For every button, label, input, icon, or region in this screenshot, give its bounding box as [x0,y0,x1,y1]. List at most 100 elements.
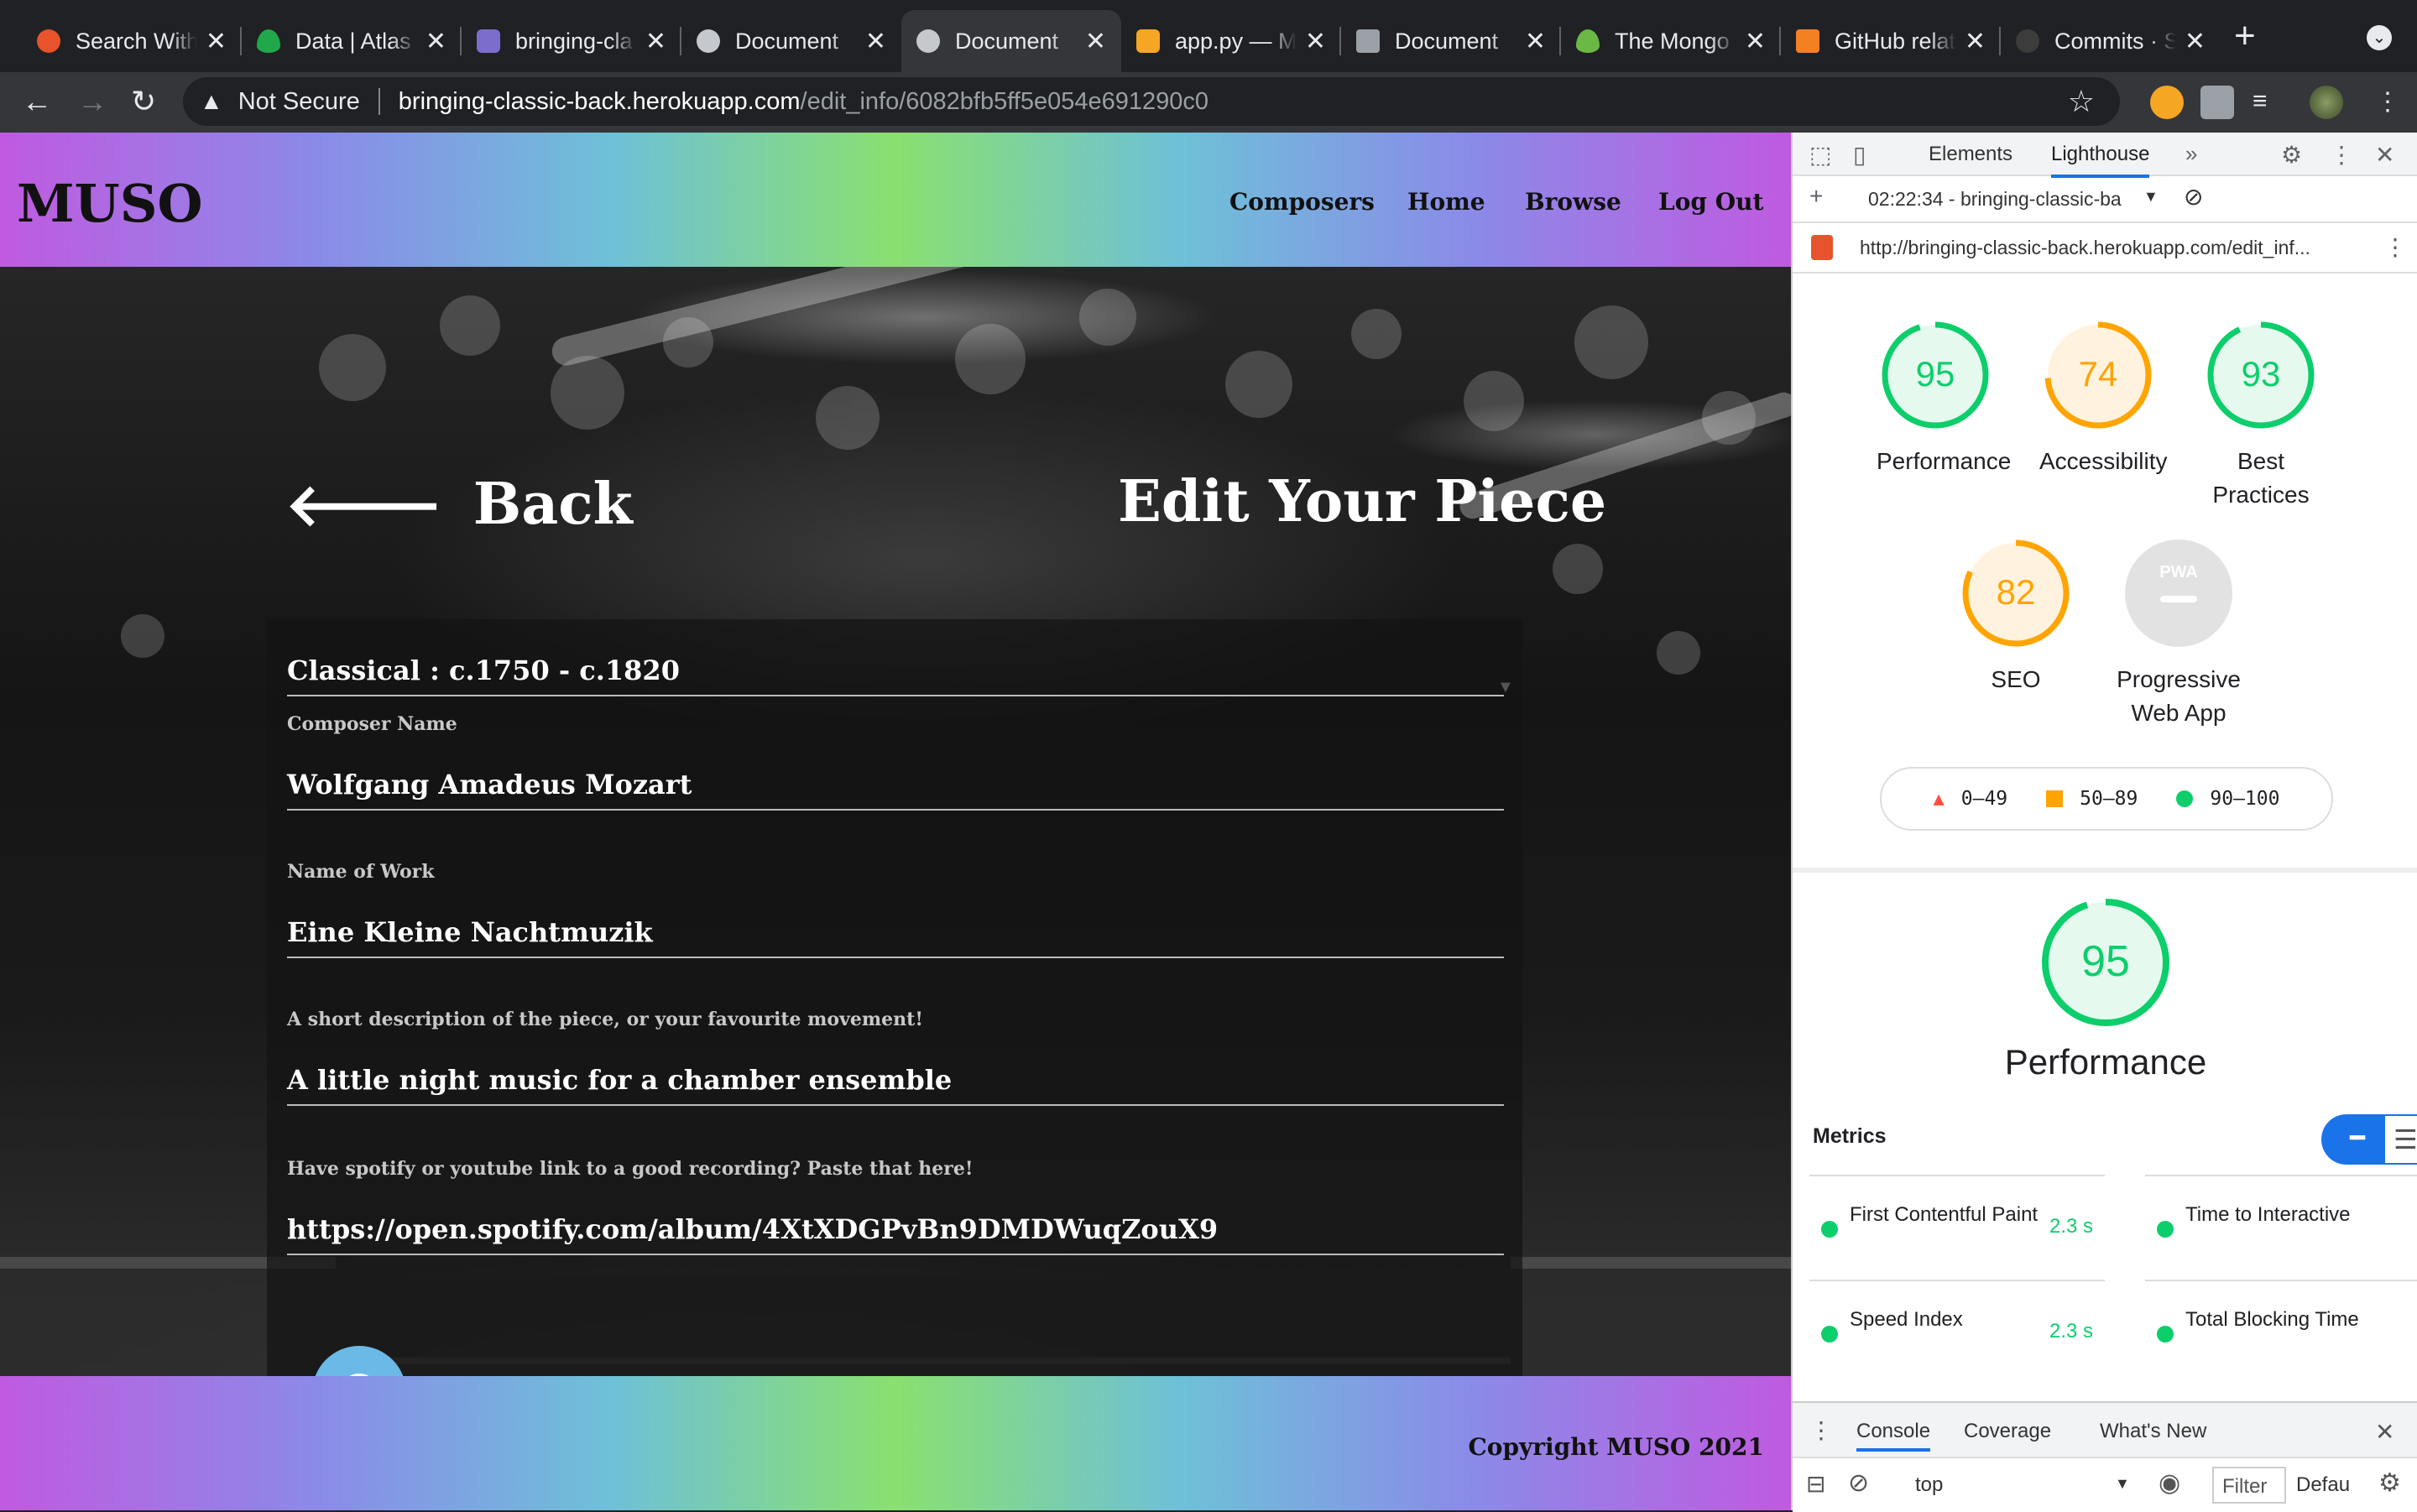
clear-console-icon[interactable]: ⊘ [1848,1468,1869,1498]
main-score-value: 95 [2081,937,2130,986]
pass-dot-icon [1821,1221,1838,1238]
era-select[interactable]: Classical : c.1750 - c.1820 ▼ [287,636,1514,696]
drawer-tab-whats-new[interactable]: What's New [2100,1420,2206,1443]
tab-lighthouse[interactable]: Lighthouse [2051,143,2150,178]
device-toolbar-icon[interactable]: ▯ [1853,141,1866,169]
nav-browse[interactable]: Browse [1525,188,1621,216]
close-tab-icon[interactable]: ✕ [1525,27,1546,56]
site-logo[interactable]: MUSO [17,173,202,234]
avatar[interactable] [2310,86,2343,119]
gear-icon[interactable]: ⚙ [2281,141,2302,169]
recording-link-input[interactable]: https://open.spotify.com/album/4XtXDGPvB… [287,1190,1504,1255]
drawer-tab-console[interactable]: Console [1856,1420,1931,1452]
chevron-down-icon[interactable]: ▼ [2143,188,2159,206]
plus-icon[interactable]: + [1809,183,1823,210]
media-control-icon[interactable]: ≡ [2253,87,2268,116]
close-tab-icon[interactable]: ✕ [1085,27,1106,56]
forward-arrow-icon[interactable]: → [77,84,107,119]
security-label[interactable]: Not Secure [238,88,360,116]
extensions-puzzle-icon[interactable] [2200,86,2234,119]
devtools-panel: ⬚ ▯ Elements Lighthouse » ⚙ ⋮ ✕ + 02:22:… [1791,133,2417,1512]
warning-icon[interactable]: ▲ [200,88,223,115]
context-select[interactable]: top [1915,1473,1943,1497]
score-best-practices[interactable]: 93 Best Practices [2202,321,2320,512]
audited-url-row: http://bringing-classic-back.herokuapp.c… [1793,223,2417,274]
gitpod-extension-icon[interactable] [2150,86,2184,119]
nav-log-out[interactable]: Log Out [1658,188,1763,216]
tab-elements[interactable]: Elements [1929,143,2012,166]
web-page: MUSO Composers Home Browse Log Out 🡐 Bac… [0,133,1791,1510]
chevron-down-icon[interactable]: ▼ [2115,1475,2130,1493]
legend-pass: 90–100 [2176,788,2279,810]
browser-tab[interactable]: Commits · S ✕ [2001,10,2221,72]
back-label: Back [472,470,633,538]
opera-icon [37,29,60,53]
close-tab-icon[interactable]: ✕ [1745,27,1766,56]
inspect-element-icon[interactable]: ⬚ [1809,141,1831,169]
kebab-menu-icon[interactable]: ⋮ [1809,1416,1833,1444]
close-tab-icon[interactable]: ✕ [1965,27,1986,56]
score-value: 74 [2079,354,2118,394]
close-icon[interactable]: ✕ [2375,1418,2394,1446]
score-label: Best Practices [2212,448,2310,508]
nav-composers[interactable]: Composers [1229,188,1375,216]
tab-title: bringing-cla [515,28,633,54]
sidebar-toggle-icon[interactable]: ⊟ [1806,1470,1825,1498]
address-bar[interactable]: ▲ Not Secure bringing-classic-back.herok… [183,77,2120,126]
close-tab-icon[interactable]: ✕ [206,27,227,56]
close-icon[interactable]: ✕ [2375,141,2394,169]
back-arrow-icon[interactable]: ← [22,84,52,119]
legend-average: 50–89 [2046,788,2138,810]
browser-tab[interactable]: Document ✕ [1341,10,1561,72]
score-performance[interactable]: 95 Performance [1877,321,2012,478]
close-tab-icon[interactable]: ✕ [645,27,666,56]
browser-tab[interactable]: The Mongo ✕ [1561,10,1781,72]
browser-tab[interactable]: Data | Atlas ✕ [242,10,462,72]
audited-url[interactable]: http://bringing-classic-back.herokuapp.c… [1860,237,2310,259]
close-tab-icon[interactable]: ✕ [865,27,886,56]
browser-tab[interactable]: Document ✕ [681,10,901,72]
bookmark-star-icon[interactable]: ☆ [2068,84,2095,119]
kebab-menu-icon[interactable]: ⋮ [2330,141,2353,169]
browser-tab[interactable]: Search With ✕ [22,10,242,72]
pass-dot-icon [2157,1326,2174,1343]
reload-icon[interactable]: ↻ [131,84,156,119]
metric-value: 2.3 s [2049,1215,2093,1238]
gear-icon[interactable]: ⚙ [2378,1468,2401,1498]
new-tab-button[interactable]: + [2234,15,2256,57]
score-accessibility[interactable]: 74 Accessibility [2039,321,2167,478]
close-tab-icon[interactable]: ✕ [425,27,446,56]
score-seo[interactable]: 82 SEO [1957,539,2075,696]
metrics-title: Metrics [1813,1124,1887,1148]
tab-search-icon[interactable]: ⌄ [2367,25,2392,50]
metric-value: 2.3 s [2049,1320,2093,1343]
square-icon [2046,790,2064,807]
clear-icon[interactable]: ⊘ [2184,183,2203,211]
filter-input[interactable]: Filter [2212,1467,2286,1504]
nav-home[interactable]: Home [1407,188,1485,216]
kebab-menu-icon[interactable]: ⋮ [2383,233,2407,261]
description-input[interactable]: A little night music for a chamber ensem… [287,1040,1504,1106]
score-pwa[interactable]: PWA Progressive Web App [2117,539,2241,730]
back-link[interactable]: 🡐 Back [285,468,633,540]
close-tab-icon[interactable]: ✕ [1305,27,1326,56]
list-view-icon[interactable]: ☰ [2385,1116,2417,1163]
log-levels-select[interactable]: Defau [2296,1473,2350,1497]
eye-icon[interactable]: ◉ [2159,1468,2180,1498]
composer-name-input[interactable]: Wolfgang Amadeus Mozart [287,745,1504,811]
pass-dot-icon [2157,1221,2174,1238]
more-tabs-icon[interactable]: » [2185,141,2197,167]
report-selector[interactable]: 02:22:34 - bringing-classic-ba [1868,188,2122,211]
browser-tab[interactable]: bringing-cla ✕ [462,10,681,72]
browser-tab[interactable]: GitHub relat ✕ [1781,10,2001,72]
score-value: 82 [1997,572,2036,612]
browser-tab[interactable]: app.py — M ✕ [1121,10,1341,72]
close-tab-icon[interactable]: ✕ [2185,27,2206,56]
era-select-value: Classical : c.1750 - c.1820 [287,654,680,686]
drawer-tab-coverage[interactable]: Coverage [1964,1420,2051,1443]
arrow-left-icon: 🡐 [285,470,443,540]
kebab-menu-icon[interactable]: ⋮ [2375,87,2400,117]
score-label: Performance [1877,448,2012,474]
browser-tab-active[interactable]: Document ✕ [901,10,1121,72]
work-name-input[interactable]: Eine Kleine Nachtmuzik [287,893,1504,958]
